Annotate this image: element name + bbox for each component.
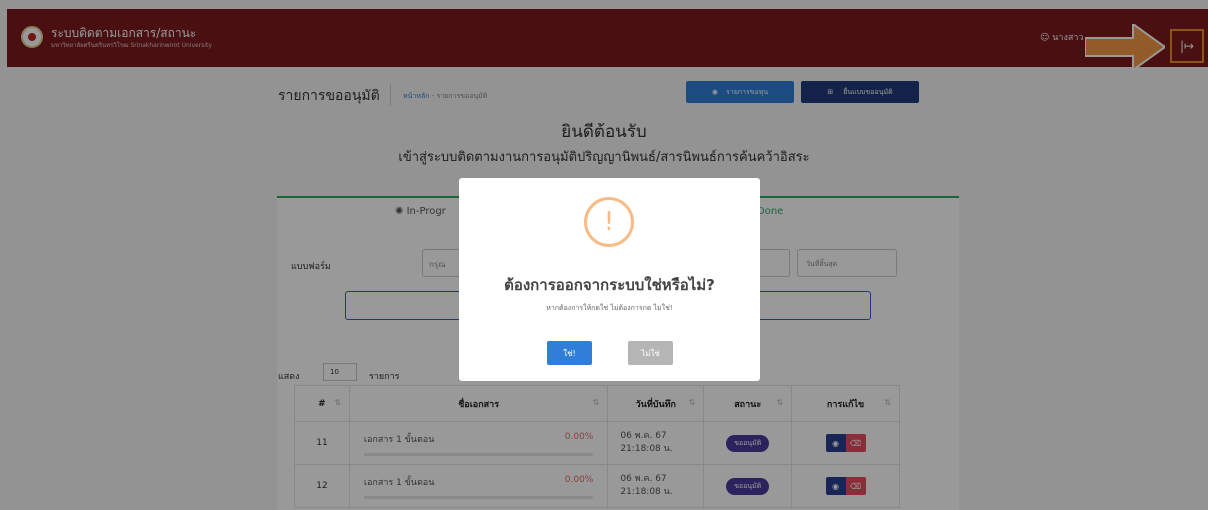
cancel-button[interactable]: ไม่ใช่ — [628, 341, 673, 365]
confirm-button[interactable]: ใช่! — [547, 341, 592, 365]
logout-confirm-dialog: ! ต้องการออกจากระบบใช่หรือไม่? หากต้องกา… — [459, 178, 760, 381]
dialog-message: หากต้องการให้กดใช่ ไม่ต้องการกด ไม่ใช่! — [546, 304, 673, 312]
dialog-title: ต้องการออกจากระบบใช่หรือไม่? — [504, 276, 715, 294]
warning-icon: ! — [584, 197, 634, 247]
